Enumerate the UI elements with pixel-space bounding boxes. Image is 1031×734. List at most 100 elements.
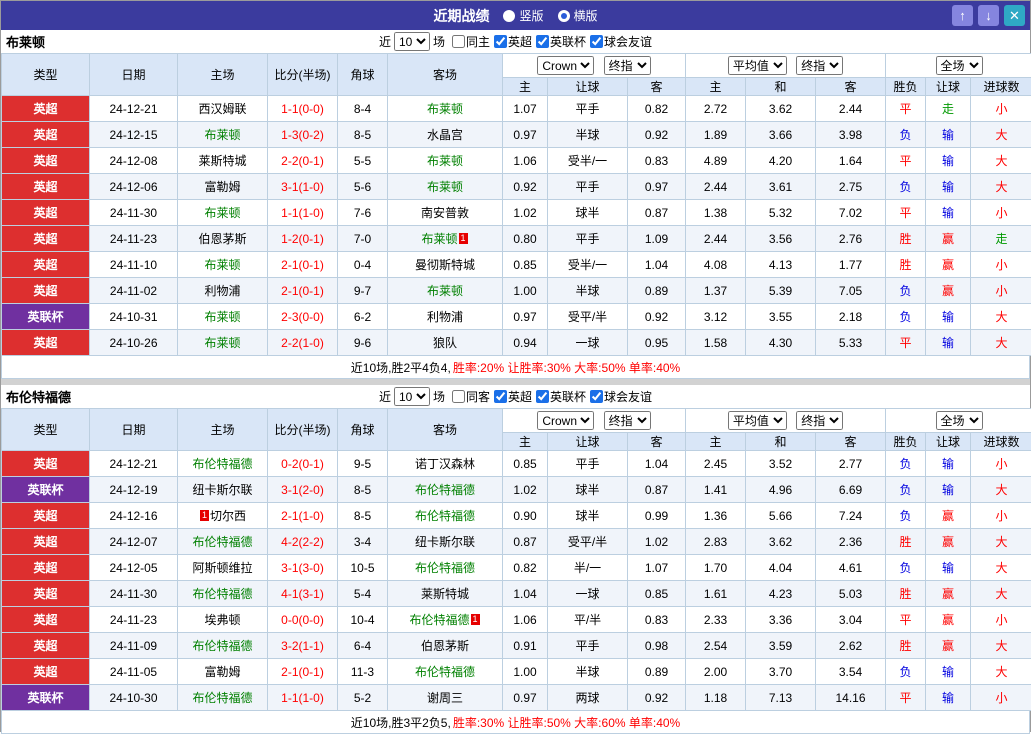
same-away-checkbox[interactable]: 同客 bbox=[448, 388, 490, 405]
score-cell[interactable]: 2-1(1-0) bbox=[268, 503, 338, 529]
team-link[interactable]: 阿斯顿维拉 bbox=[192, 561, 252, 575]
team-link[interactable]: 莱斯特城 bbox=[198, 154, 246, 168]
match-count-select[interactable]: 10 bbox=[394, 32, 430, 51]
team-link[interactable]: 南安普敦 bbox=[421, 206, 469, 220]
checkbox-input[interactable] bbox=[452, 390, 465, 403]
league-epl-checkbox[interactable]: 英超 bbox=[490, 33, 532, 50]
scope-select[interactable]: 全场 bbox=[936, 411, 983, 430]
avg-final-select[interactable]: 终指 bbox=[796, 411, 843, 430]
friendly-checkbox[interactable]: 球会友谊 bbox=[586, 388, 652, 405]
team-link[interactable]: 诺丁汉森林 bbox=[415, 457, 475, 471]
score-cell[interactable]: 2-1(0-1) bbox=[268, 659, 338, 685]
scope-select[interactable]: 全场 bbox=[936, 56, 983, 75]
checkbox-input[interactable] bbox=[494, 35, 507, 48]
score-cell[interactable]: 3-1(1-0) bbox=[268, 174, 338, 200]
score-cell[interactable]: 2-2(0-1) bbox=[268, 148, 338, 174]
odds-source-select[interactable]: Crown bbox=[537, 411, 594, 430]
away-team-cell: 布莱顿 bbox=[388, 96, 503, 122]
league-cell: 英超 bbox=[2, 451, 90, 477]
result-handicap: 输 bbox=[926, 555, 971, 581]
team-link[interactable]: 布伦特福德 bbox=[192, 535, 252, 549]
team-link[interactable]: 布莱顿 bbox=[427, 284, 463, 298]
team-link[interactable]: 狼队 bbox=[433, 336, 457, 350]
move-up-button[interactable]: ↑ bbox=[952, 5, 973, 26]
view-mode-option[interactable]: 横版 bbox=[558, 7, 598, 24]
checkbox-input[interactable] bbox=[590, 390, 603, 403]
team-link[interactable]: 埃弗顿 bbox=[204, 613, 240, 627]
score-cell[interactable]: 0-2(0-1) bbox=[268, 451, 338, 477]
league-cup-checkbox[interactable]: 英联杯 bbox=[532, 33, 586, 50]
score-cell[interactable]: 1-2(0-1) bbox=[268, 226, 338, 252]
team-link[interactable]: 布莱顿 bbox=[204, 258, 240, 272]
score-cell[interactable]: 1-1(0-0) bbox=[268, 96, 338, 122]
team-link[interactable]: 西汉姆联 bbox=[198, 102, 246, 116]
handicap-away-odds: 0.92 bbox=[628, 685, 686, 711]
handicap-line: 平手 bbox=[548, 96, 628, 122]
score-cell[interactable]: 2-1(0-1) bbox=[268, 252, 338, 278]
team-link[interactable]: 利物浦 bbox=[204, 284, 240, 298]
team-link[interactable]: 谢周三 bbox=[427, 691, 463, 705]
odds-final-select[interactable]: 终指 bbox=[604, 411, 651, 430]
close-button[interactable]: ✕ bbox=[1004, 5, 1025, 26]
team-link[interactable]: 布伦特福德 bbox=[192, 691, 252, 705]
view-mode-option[interactable]: 竖版 bbox=[503, 7, 543, 24]
team-link[interactable]: 布伦特福德 bbox=[192, 587, 252, 601]
team-link[interactable]: 布伦特福德 bbox=[415, 561, 475, 575]
team-link[interactable]: 布伦特福德 bbox=[415, 483, 475, 497]
team-link[interactable]: 布莱顿 bbox=[421, 232, 457, 246]
team-link[interactable]: 布伦特福德 bbox=[415, 509, 475, 523]
checkbox-input[interactable] bbox=[590, 35, 603, 48]
team-link[interactable]: 水晶宫 bbox=[427, 128, 463, 142]
score-cell[interactable]: 1-3(0-2) bbox=[268, 122, 338, 148]
team-link[interactable]: 布伦特福德 bbox=[192, 639, 252, 653]
checkbox-input[interactable] bbox=[536, 35, 549, 48]
checkbox-input[interactable] bbox=[536, 390, 549, 403]
team-link[interactable]: 布莱顿 bbox=[427, 154, 463, 168]
score-cell[interactable]: 3-1(3-0) bbox=[268, 555, 338, 581]
score-cell[interactable]: 4-1(3-1) bbox=[268, 581, 338, 607]
team-link[interactable]: 纽卡斯尔联 bbox=[192, 483, 252, 497]
team-link[interactable]: 布伦特福德 bbox=[409, 613, 469, 627]
score-cell[interactable]: 2-1(0-1) bbox=[268, 278, 338, 304]
same-home-checkbox[interactable]: 同主 bbox=[448, 33, 490, 50]
team-link[interactable]: 莱斯特城 bbox=[421, 587, 469, 601]
score-cell[interactable]: 2-2(1-0) bbox=[268, 330, 338, 356]
odds-source-select[interactable]: Crown bbox=[537, 56, 594, 75]
team-link[interactable]: 布莱顿 bbox=[427, 180, 463, 194]
friendly-checkbox[interactable]: 球会友谊 bbox=[586, 33, 652, 50]
score-cell[interactable]: 2-3(0-0) bbox=[268, 304, 338, 330]
team-link[interactable]: 布莱顿 bbox=[204, 128, 240, 142]
team-link[interactable]: 富勒姆 bbox=[204, 665, 240, 679]
league-cup-checkbox[interactable]: 英联杯 bbox=[532, 388, 586, 405]
score-cell[interactable]: 1-1(1-0) bbox=[268, 200, 338, 226]
team-link[interactable]: 布莱顿 bbox=[204, 336, 240, 350]
score-cell[interactable]: 3-1(2-0) bbox=[268, 477, 338, 503]
avg-source-select[interactable]: 平均值 bbox=[728, 411, 787, 430]
away-team-cell: 布莱顿 bbox=[388, 174, 503, 200]
team-link[interactable]: 富勒姆 bbox=[204, 180, 240, 194]
score-cell[interactable]: 0-0(0-0) bbox=[268, 607, 338, 633]
checkbox-input[interactable] bbox=[452, 35, 465, 48]
move-down-button[interactable]: ↓ bbox=[978, 5, 999, 26]
team-link[interactable]: 布莱顿 bbox=[204, 206, 240, 220]
league-epl-checkbox[interactable]: 英超 bbox=[490, 388, 532, 405]
avg-source-select[interactable]: 平均值 bbox=[728, 56, 787, 75]
score-cell[interactable]: 1-1(1-0) bbox=[268, 685, 338, 711]
team-link[interactable]: 曼彻斯特城 bbox=[415, 258, 475, 272]
team-link[interactable]: 布莱顿 bbox=[427, 102, 463, 116]
team-link[interactable]: 布伦特福德 bbox=[415, 665, 475, 679]
team-link[interactable]: 布莱顿 bbox=[204, 310, 240, 324]
team-link[interactable]: 布伦特福德 bbox=[192, 457, 252, 471]
avg-final-select[interactable]: 终指 bbox=[796, 56, 843, 75]
odds-final-select[interactable]: 终指 bbox=[604, 56, 651, 75]
team-link[interactable]: 纽卡斯尔联 bbox=[415, 535, 475, 549]
team-link[interactable]: 伯恩茅斯 bbox=[421, 639, 469, 653]
match-count-select[interactable]: 10 bbox=[394, 387, 430, 406]
score-cell[interactable]: 3-2(1-1) bbox=[268, 633, 338, 659]
team-link[interactable]: 切尔西 bbox=[210, 509, 246, 523]
team-link[interactable]: 伯恩茅斯 bbox=[198, 232, 246, 246]
corners-cell: 8-5 bbox=[338, 122, 388, 148]
team-link[interactable]: 利物浦 bbox=[427, 310, 463, 324]
checkbox-input[interactable] bbox=[494, 390, 507, 403]
score-cell[interactable]: 4-2(2-2) bbox=[268, 529, 338, 555]
